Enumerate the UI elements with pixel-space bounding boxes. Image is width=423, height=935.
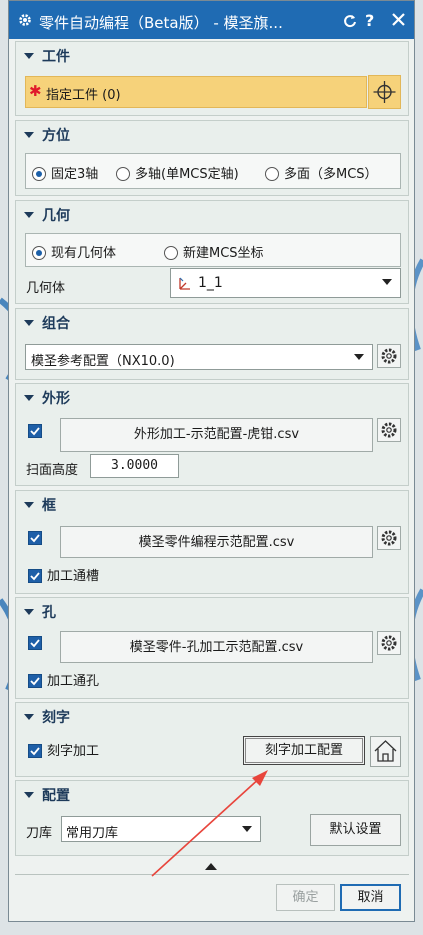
annotation-arrow: [151, 770, 268, 877]
